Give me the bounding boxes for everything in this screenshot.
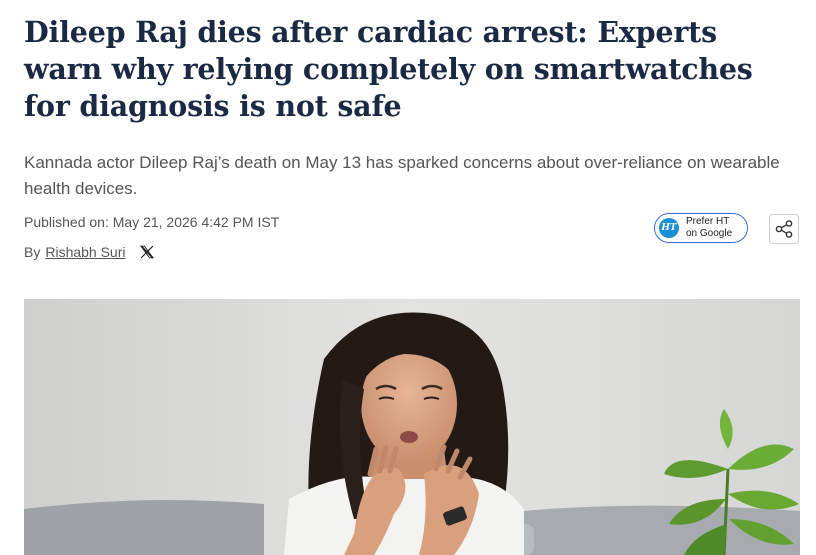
- published-date: Published on: May 21, 2026 4:42 PM IST: [24, 214, 280, 230]
- share-button[interactable]: [769, 214, 799, 244]
- article-headline: Dileep Raj dies after cardiac arrest: Ex…: [24, 15, 753, 123]
- article-page: Dileep Raj dies after cardiac arrest: Ex…: [0, 0, 816, 555]
- hero-image: [24, 299, 800, 555]
- prefer-line-2: on Google: [686, 228, 733, 239]
- x-icon[interactable]: [139, 245, 154, 259]
- byline: By Rishabh Suri: [24, 244, 154, 260]
- prefer-ht-label: Prefer HT on Google: [686, 216, 732, 240]
- prefer-line-1: Prefer HT: [686, 216, 730, 227]
- byline-prefix: By: [24, 244, 41, 260]
- author-link[interactable]: Rishabh Suri: [45, 244, 125, 260]
- article-summary: Kannada actor Dileep Raj’s death on May …: [24, 153, 780, 198]
- share-icon: [775, 220, 793, 238]
- ht-logo-icon: HT: [659, 218, 679, 238]
- prefer-ht-on-google-button[interactable]: HT Prefer HT on Google: [654, 213, 748, 243]
